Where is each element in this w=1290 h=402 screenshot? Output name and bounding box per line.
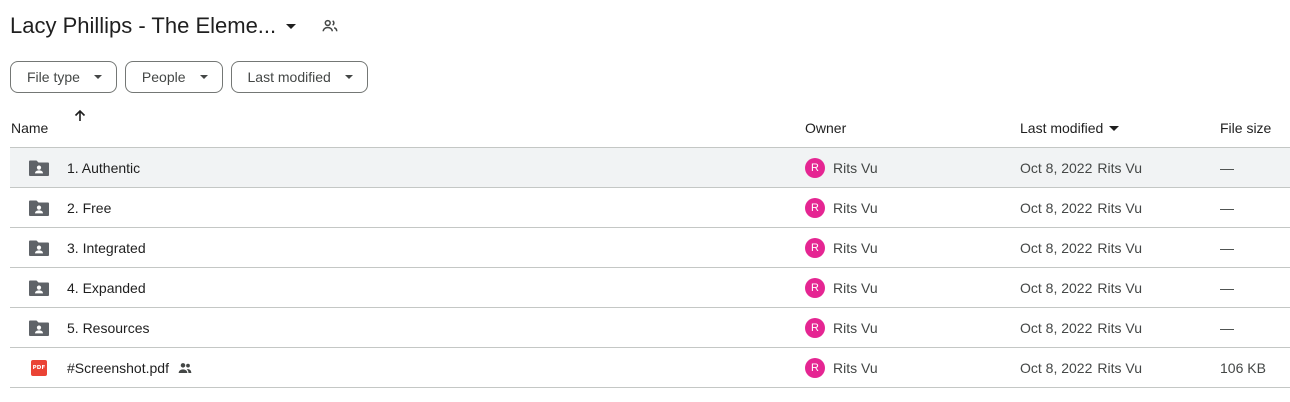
last-modified-cell: Oct 8, 2022 Rits Vu xyxy=(1020,148,1142,187)
chevron-down-icon xyxy=(93,75,102,79)
avatar: R xyxy=(805,157,825,178)
shared-folder-icon xyxy=(28,188,50,227)
table-row[interactable]: 1. Authentic R Rits Vu Oct 8, 2022 Rits … xyxy=(10,148,1290,188)
modified-by: Rits Vu xyxy=(1097,159,1142,176)
table-row[interactable]: 4. Expanded R Rits Vu Oct 8, 2022 Rits V… xyxy=(10,268,1290,308)
owner-cell: R Rits Vu xyxy=(805,188,878,227)
modified-date: Oct 8, 2022 xyxy=(1020,239,1093,256)
filter-bar: File type People Last modified xyxy=(10,61,368,93)
modified-by: Rits Vu xyxy=(1097,359,1142,376)
file-name: 2. Free xyxy=(67,199,112,216)
file-size: — xyxy=(1220,239,1234,256)
owner-name: Rits Vu xyxy=(833,159,878,176)
shared-users-icon[interactable] xyxy=(320,16,340,36)
last-modified-cell: Oct 8, 2022 Rits Vu xyxy=(1020,188,1142,227)
modified-date: Oct 8, 2022 xyxy=(1020,359,1093,376)
avatar: R xyxy=(805,237,825,258)
column-name-header[interactable]: Name xyxy=(11,108,48,148)
file-size: 106 KB xyxy=(1220,359,1266,376)
filter-last-modified-button[interactable]: Last modified xyxy=(230,61,368,93)
modified-date: Oct 8, 2022 xyxy=(1020,199,1093,216)
last-modified-cell: Oct 8, 2022 Rits Vu xyxy=(1020,228,1142,267)
table-row[interactable]: PDF #Screenshot.pdf R Rits Vu Oct 8, 202… xyxy=(10,348,1290,388)
chevron-down-icon xyxy=(199,75,208,79)
file-name: #Screenshot.pdf xyxy=(67,359,169,376)
file-size: — xyxy=(1220,319,1234,336)
modified-date: Oct 8, 2022 xyxy=(1020,159,1093,176)
modified-date: Oct 8, 2022 xyxy=(1020,319,1093,336)
avatar: R xyxy=(805,197,825,218)
avatar: R xyxy=(805,317,825,338)
shared-folder-icon xyxy=(28,148,50,187)
shared-folder-icon xyxy=(28,228,50,267)
last-modified-cell: Oct 8, 2022 Rits Vu xyxy=(1020,348,1142,387)
file-name-cell: #Screenshot.pdf xyxy=(67,348,193,387)
owner-name: Rits Vu xyxy=(833,359,878,376)
file-list: Name Owner Last modified File size 1. Au… xyxy=(10,108,1290,388)
filter-file-type-button[interactable]: File type xyxy=(10,61,117,93)
owner-name: Rits Vu xyxy=(833,319,878,336)
column-label: Last modified xyxy=(1020,120,1104,136)
shared-folder-icon xyxy=(28,268,50,307)
last-modified-cell: Oct 8, 2022 Rits Vu xyxy=(1020,308,1142,347)
file-name: 1. Authentic xyxy=(67,159,141,176)
shared-users-icon xyxy=(177,360,193,376)
file-size: — xyxy=(1220,279,1234,296)
owner-name: Rits Vu xyxy=(833,279,878,296)
modified-by: Rits Vu xyxy=(1097,319,1142,336)
column-last-modified-header[interactable]: Last modified xyxy=(1020,108,1120,148)
modified-by: Rits Vu xyxy=(1097,279,1142,296)
owner-cell: R Rits Vu xyxy=(805,308,878,347)
file-name: 3. Integrated xyxy=(67,239,146,256)
shared-folder-icon xyxy=(28,308,50,347)
owner-cell: R Rits Vu xyxy=(805,268,878,307)
table-row[interactable]: 5. Resources R Rits Vu Oct 8, 2022 Rits … xyxy=(10,308,1290,348)
last-modified-cell: Oct 8, 2022 Rits Vu xyxy=(1020,268,1142,307)
folder-title-bar[interactable]: Lacy Phillips - The Eleme... xyxy=(10,10,340,42)
chevron-down-icon xyxy=(344,75,353,79)
filter-people-button[interactable]: People xyxy=(124,61,223,93)
owner-cell: R Rits Vu xyxy=(805,228,878,267)
file-list-header: Name Owner Last modified File size xyxy=(10,108,1290,148)
chevron-down-icon xyxy=(1109,125,1120,131)
owner-cell: R Rits Vu xyxy=(805,348,878,387)
column-file-size-header: File size xyxy=(1220,120,1272,136)
sort-arrow-up-icon[interactable] xyxy=(72,108,88,124)
table-row[interactable]: 3. Integrated R Rits Vu Oct 8, 2022 Rits… xyxy=(10,228,1290,268)
owner-name: Rits Vu xyxy=(833,239,878,256)
filter-label: File type xyxy=(27,69,80,85)
table-row[interactable]: 2. Free R Rits Vu Oct 8, 2022 Rits Vu — xyxy=(10,188,1290,228)
file-name: 4. Expanded xyxy=(67,279,146,296)
pdf-badge: PDF xyxy=(31,359,47,376)
pdf-file-icon: PDF xyxy=(28,348,50,387)
modified-date: Oct 8, 2022 xyxy=(1020,279,1093,296)
file-size: — xyxy=(1220,159,1234,176)
chevron-down-icon[interactable] xyxy=(286,23,297,29)
avatar: R xyxy=(805,357,825,378)
file-name: 5. Resources xyxy=(67,319,150,336)
filter-label: People xyxy=(141,69,186,85)
owner-cell: R Rits Vu xyxy=(805,148,878,187)
modified-by: Rits Vu xyxy=(1097,239,1142,256)
file-size: — xyxy=(1220,199,1234,216)
filter-label: Last modified xyxy=(247,69,331,85)
owner-name: Rits Vu xyxy=(833,199,878,216)
column-owner-header: Owner xyxy=(805,120,847,136)
modified-by: Rits Vu xyxy=(1097,199,1142,216)
folder-title[interactable]: Lacy Phillips - The Eleme... xyxy=(10,13,276,39)
avatar: R xyxy=(805,277,825,298)
